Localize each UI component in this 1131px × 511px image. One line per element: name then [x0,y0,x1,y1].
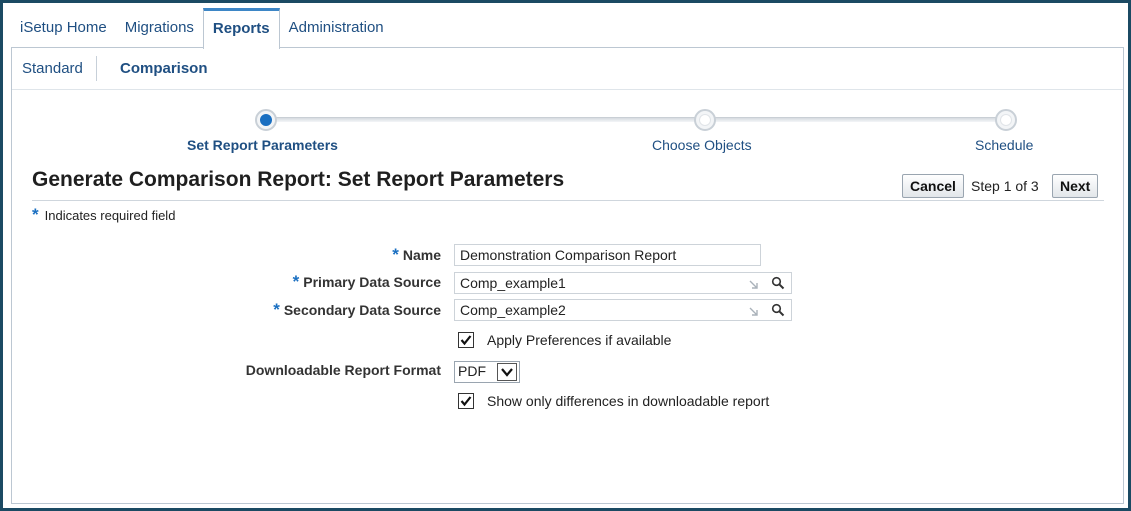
chevron-down-icon [501,368,513,377]
step-indicator: Step 1 of 3 [971,178,1039,194]
report-format-select[interactable]: PDF [454,361,520,383]
page-title: Generate Comparison Report: Set Report P… [32,168,565,191]
apply-preferences-label[interactable]: Apply Preferences if available [487,332,671,348]
clear-arrow-icon[interactable] [749,307,759,317]
tab-reports[interactable]: Reports [202,8,280,49]
checkmark-icon [460,335,472,346]
train-label-set-report-parameters: Set Report Parameters [187,137,338,153]
subtab-divider [96,56,97,81]
secondary-data-source-input[interactable]: Comp_example2 [454,299,792,321]
cancel-button[interactable]: Cancel [902,174,964,198]
title-divider [32,200,1104,201]
train-stop-choose-objects [694,109,716,131]
name-label: * Name [392,245,441,265]
primary-data-source-input[interactable]: Comp_example1 [454,272,792,294]
differences-only-label[interactable]: Show only differences in downloadable re… [487,393,769,409]
search-icon[interactable] [771,276,785,290]
search-icon[interactable] [771,303,785,317]
clear-arrow-icon[interactable] [749,280,759,290]
subtab-comparison[interactable]: Comparison [120,60,208,77]
subtab-standard[interactable]: Standard [22,60,83,77]
tab-migrations[interactable]: Migrations [116,8,203,48]
name-label-text: Name [402,247,441,263]
next-button[interactable]: Next [1052,174,1099,198]
required-star: * [32,205,39,224]
app-window: iSetup Home Migrations Reports Administr… [3,3,1128,508]
main-tabs: iSetup Home Migrations Reports Administr… [11,8,393,49]
train-stop-set-report-parameters [255,109,277,131]
name-input[interactable]: Demonstration Comparison Report [454,244,761,266]
primary-data-source-label: * Primary Data Source [293,272,441,292]
tab-administration[interactable]: Administration [280,8,393,48]
differences-only-checkbox[interactable] [458,393,474,409]
content-panel: Standard Comparison Set Report Parameter… [11,47,1124,504]
primary-data-source-label-text: Primary Data Source [303,274,441,290]
secondary-data-source-label-text: Secondary Data Source [283,302,441,318]
train-label-choose-objects[interactable]: Choose Objects [652,137,752,153]
secondary-data-source-value: Comp_example2 [460,302,566,318]
train-stop-schedule [995,109,1017,131]
tab-isetup-home[interactable]: iSetup Home [11,8,116,48]
checkmark-icon [460,396,472,407]
required-field-note: * Indicates required field [32,205,175,225]
primary-data-source-value: Comp_example1 [460,275,566,291]
sub-tabs: Standard Comparison [12,48,1123,90]
report-format-label: Downloadable Report Format [245,362,441,378]
report-format-value: PDF [458,363,486,379]
required-star: * [292,272,300,291]
train-label-schedule[interactable]: Schedule [975,137,1033,153]
train-track [268,117,1008,122]
required-star: * [273,300,280,319]
required-star: * [392,245,399,264]
required-note-text: Indicates required field [44,208,176,223]
subtab-divider-line [12,89,1123,90]
dropdown-arrow[interactable] [497,363,517,381]
apply-preferences-checkbox[interactable] [458,332,474,348]
secondary-data-source-label: * Secondary Data Source [273,300,441,320]
